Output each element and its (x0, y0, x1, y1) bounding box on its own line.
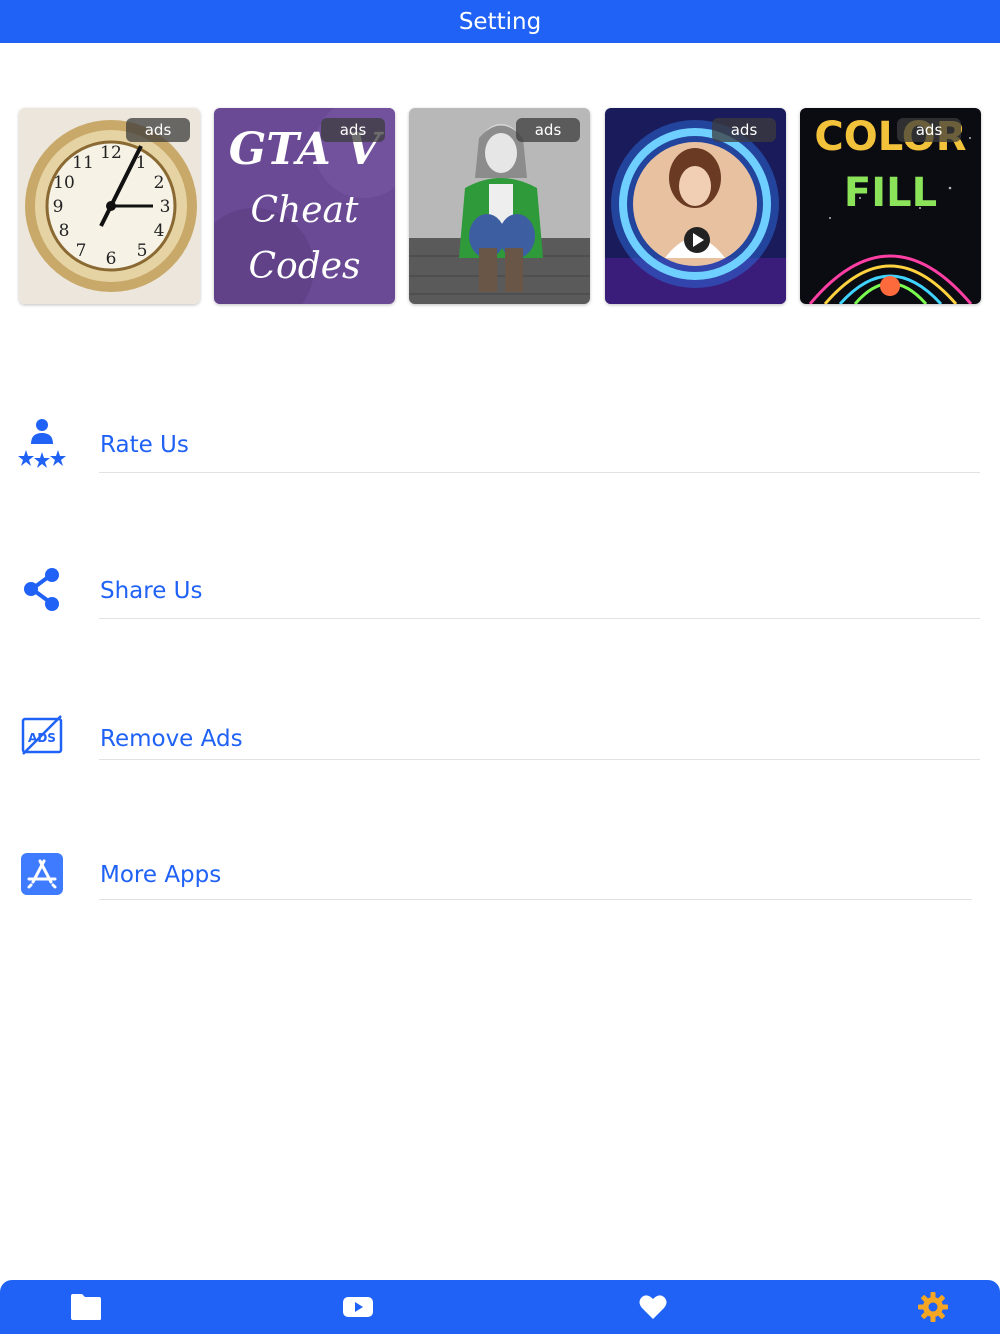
ad-tile-gta-cheat-codes[interactable]: GTA V Cheat Codes ads (214, 108, 395, 304)
menu-item-rate-us[interactable]: Rate Us (0, 412, 1000, 482)
header-bar: Setting (0, 0, 1000, 43)
remove-ads-icon: ADS (14, 708, 70, 764)
menu-divider (99, 618, 980, 619)
bottom-tab-bar (0, 1280, 1000, 1334)
ads-carousel: 12 1 2 3 4 5 6 7 8 9 10 11 ads GTA V Che… (0, 108, 1000, 308)
ad-tile-photo-frame[interactable]: ads (605, 108, 786, 304)
gta-codes-text: Codes (248, 246, 361, 287)
menu-divider (99, 759, 980, 760)
rate-us-label: Rate Us (100, 432, 189, 458)
rate-us-icon (14, 414, 70, 470)
remove-ads-label: Remove Ads (100, 726, 243, 752)
tab-files[interactable] (62, 1287, 110, 1327)
ads-badge: ads (516, 118, 580, 142)
more-apps-label: More Apps (100, 862, 222, 888)
menu-divider (99, 899, 972, 900)
gear-icon (918, 1292, 948, 1322)
remove-ads-icon-text: ADS (28, 731, 56, 745)
menu-item-remove-ads[interactable]: ADS Remove Ads (0, 706, 1000, 776)
color-fill-subtitle: FILL (843, 170, 938, 216)
heart-icon (639, 1295, 667, 1319)
share-us-label: Share Us (100, 578, 203, 604)
svg-text:5: 5 (137, 241, 148, 261)
ads-badge: ads (126, 118, 190, 142)
ads-badge: ads (897, 118, 961, 142)
svg-text:4: 4 (154, 221, 165, 241)
ad-tile-clock[interactable]: 12 1 2 3 4 5 6 7 8 9 10 11 ads (19, 108, 200, 304)
svg-text:8: 8 (59, 221, 70, 241)
folder-icon (71, 1294, 101, 1320)
svg-text:12: 12 (100, 143, 122, 163)
menu-item-share-us[interactable]: Share Us (0, 558, 1000, 628)
ads-badge: ads (712, 118, 776, 142)
ad-tile-color-splash[interactable]: ads (409, 108, 590, 304)
svg-text:11: 11 (72, 153, 94, 173)
app-store-icon (14, 846, 70, 902)
page-title: Setting (458, 8, 542, 35)
share-icon (14, 561, 70, 617)
tab-settings[interactable] (909, 1287, 957, 1327)
ad-tile-color-fill[interactable]: COLOR FILL ads (800, 108, 981, 304)
menu-divider (99, 472, 980, 473)
svg-text:2: 2 (154, 173, 165, 193)
video-play-icon (343, 1297, 373, 1317)
svg-text:6: 6 (106, 249, 117, 269)
svg-text:7: 7 (76, 241, 87, 261)
tab-videos[interactable] (334, 1287, 382, 1327)
svg-text:9: 9 (53, 197, 64, 217)
gta-cheat-text: Cheat (250, 190, 359, 231)
ads-badge: ads (321, 118, 385, 142)
menu-item-more-apps[interactable]: More Apps (0, 846, 1000, 916)
svg-text:3: 3 (160, 197, 171, 217)
tab-favorites[interactable] (629, 1287, 677, 1327)
svg-text:10: 10 (53, 173, 75, 193)
